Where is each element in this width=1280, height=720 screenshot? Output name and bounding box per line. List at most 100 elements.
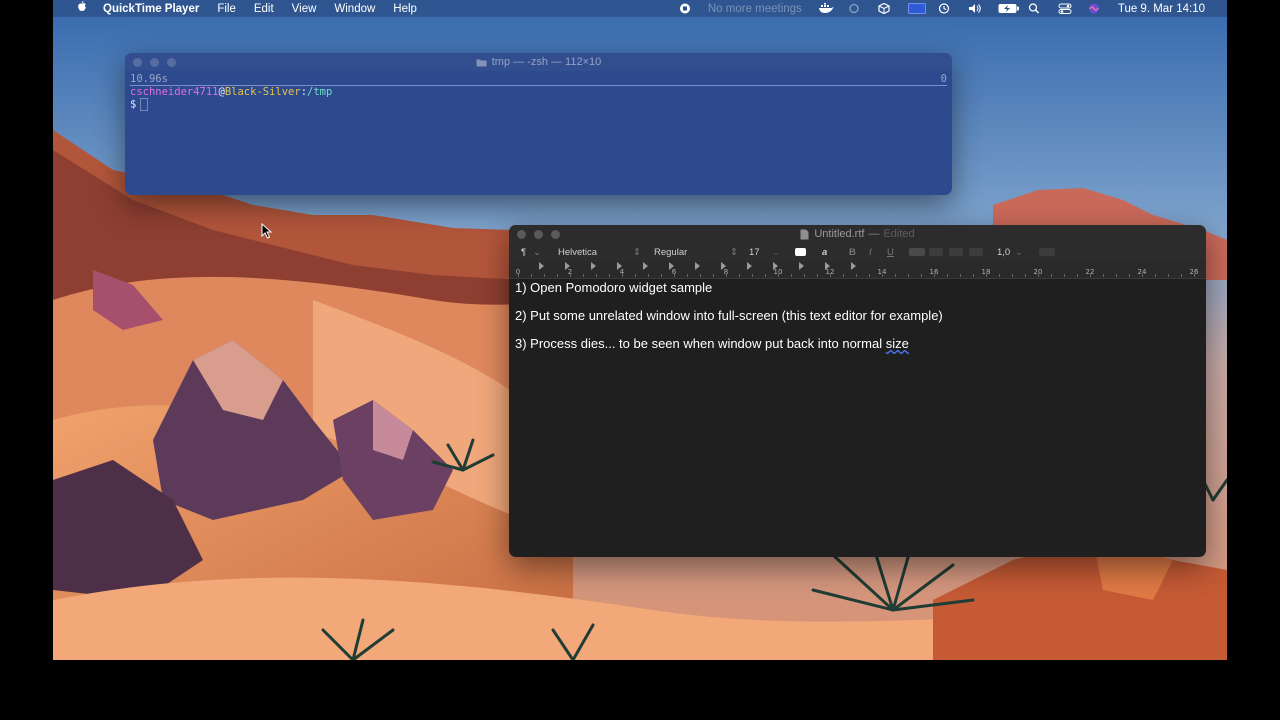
ruler-tick <box>1012 274 1013 277</box>
window-controls <box>133 58 176 67</box>
terminal-content[interactable]: 10.96s 0 cschneider4711@Black-Silver:/tm… <box>125 71 952 113</box>
zoom-button[interactable] <box>551 230 560 239</box>
menu-window[interactable]: Window <box>334 3 375 15</box>
ruler-tick <box>739 274 740 277</box>
document-icon <box>800 229 809 239</box>
ruler-tick <box>856 274 857 277</box>
minimize-button[interactable] <box>150 58 159 67</box>
ruler-tick <box>1025 274 1026 277</box>
window-controls <box>517 230 560 239</box>
ruler-tick <box>947 274 948 277</box>
document-title: Untitled.rtf <box>814 228 865 240</box>
edited-label: Edited <box>883 228 915 240</box>
tab-stop-marker[interactable] <box>747 262 752 270</box>
ruler-tick <box>1129 274 1130 277</box>
list-style-button[interactable] <box>1039 248 1055 256</box>
italic-button[interactable]: I <box>869 247 872 258</box>
tab-stop-marker[interactable] <box>695 262 700 270</box>
ruler-tick <box>1155 274 1156 277</box>
text-line-3: 3) Process dies... to be seen when windo… <box>515 337 1200 351</box>
prompt-host: Black-Silver <box>224 86 301 98</box>
control-center-icon[interactable] <box>1058 3 1072 14</box>
ruler-tick <box>804 274 805 277</box>
textedit-titlebar[interactable]: Untitled.rtf — Edited <box>509 225 1206 243</box>
align-left-button[interactable] <box>909 248 925 256</box>
ruler-number: 22 <box>1085 268 1095 276</box>
bold-button[interactable]: B <box>849 247 856 258</box>
justify-button[interactable] <box>969 248 983 256</box>
highlight-color-button[interactable]: a <box>822 247 827 258</box>
font-style-select[interactable]: Regular <box>654 247 687 258</box>
battery-charging-icon[interactable] <box>998 3 1019 14</box>
terminal-cursor <box>140 98 149 111</box>
ruler-number: 6 <box>671 268 677 276</box>
prompt-symbol: $ <box>130 98 137 111</box>
ruler-tick <box>1168 274 1169 277</box>
ruler-number: 20 <box>1033 268 1043 276</box>
zoom-button[interactable] <box>167 58 176 67</box>
tab-stop-marker[interactable] <box>851 262 856 270</box>
textedit-window[interactable]: Untitled.rtf — Edited ¶ ⌄ Helvetica ⇕ Re… <box>509 225 1206 557</box>
ruler-tick <box>960 274 961 277</box>
ruler-tick <box>648 274 649 277</box>
docker-icon[interactable] <box>818 3 834 14</box>
ruler-tick <box>791 274 792 277</box>
letterbox-bar <box>0 660 1280 720</box>
title-separator: — <box>868 228 880 240</box>
ruler-tick <box>583 274 584 277</box>
mouse-pointer-icon <box>261 223 273 239</box>
ruler-tick <box>973 274 974 277</box>
volume-icon[interactable] <box>968 3 982 14</box>
ruler-tick <box>1077 274 1078 277</box>
tab-stop-marker[interactable] <box>591 262 596 270</box>
ruler-tick <box>817 274 818 277</box>
ruler-number: 2 <box>567 268 573 276</box>
search-icon[interactable] <box>1028 3 1042 14</box>
terminal-window[interactable]: tmp — -zsh — 112×10 10.96s 0 cschneider4… <box>125 53 952 195</box>
updown-chevron-icon: ⇕ <box>633 247 641 258</box>
display-icon[interactable] <box>907 3 926 14</box>
screen-recording-stop-icon[interactable] <box>678 3 692 14</box>
cube-icon[interactable] <box>878 2 892 15</box>
tab-stop-marker[interactable] <box>799 262 804 270</box>
calendar-meetings-status[interactable]: No more meetings <box>708 3 802 15</box>
underline-button[interactable]: U <box>887 247 894 258</box>
ruler-tick <box>531 274 532 277</box>
input-line[interactable]: $ <box>130 98 947 111</box>
align-right-button[interactable] <box>949 248 963 256</box>
menu-file[interactable]: File <box>217 3 236 15</box>
menu-edit[interactable]: Edit <box>254 3 274 15</box>
menu-help[interactable]: Help <box>393 3 417 15</box>
tab-stop-marker[interactable] <box>643 262 648 270</box>
close-button[interactable] <box>133 58 142 67</box>
menu-bar-clock[interactable]: Tue 9. Mar 14:10 <box>1118 3 1205 15</box>
time-machine-icon[interactable] <box>938 3 952 14</box>
text-color-swatch[interactable] <box>795 248 806 256</box>
ruler-number: 0 <box>515 268 521 276</box>
ruler-number: 10 <box>773 268 783 276</box>
apple-logo-icon[interactable] <box>73 1 89 16</box>
text-line-1: 1) Open Pomodoro widget sample <box>515 280 713 295</box>
ruler-tick <box>1064 274 1065 277</box>
ruler-tick <box>1051 274 1052 277</box>
tab-stop-marker[interactable] <box>539 262 544 270</box>
siri-icon[interactable] <box>1088 3 1102 14</box>
app-menu-quicktime[interactable]: QuickTime Player <box>103 3 199 15</box>
paragraph-styles-button[interactable]: ¶ <box>521 247 526 258</box>
align-center-button[interactable] <box>929 248 943 256</box>
ruler[interactable]: 0 2 4 6 8 10 12 14 16 18 20 22 24 26 <box>509 261 1206 279</box>
menu-view[interactable]: View <box>292 3 317 15</box>
minimize-button[interactable] <box>534 230 543 239</box>
ruler-number: 18 <box>981 268 991 276</box>
misspelled-word[interactable]: size <box>886 336 909 351</box>
close-button[interactable] <box>517 230 526 239</box>
ruler-tick <box>635 274 636 277</box>
ruler-tick <box>752 274 753 277</box>
font-size-field[interactable]: 17 <box>749 247 760 258</box>
terminal-titlebar[interactable]: tmp — -zsh — 112×10 <box>125 53 952 71</box>
font-family-select[interactable]: Helvetica <box>558 247 597 258</box>
line-spacing-select[interactable]: 1,0 <box>997 247 1010 258</box>
sync-icon[interactable] <box>848 3 862 14</box>
chevron-down-icon: ⌄ <box>533 247 541 258</box>
document-body[interactable]: 1) Open Pomodoro widget sample 2) Put so… <box>509 279 1206 367</box>
